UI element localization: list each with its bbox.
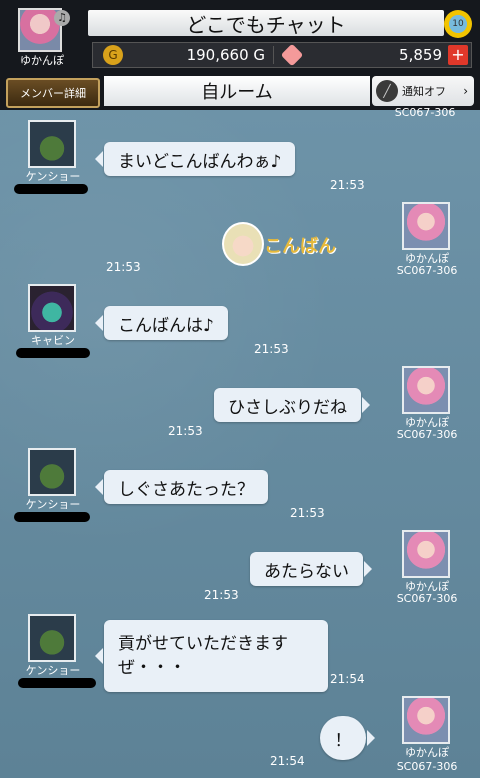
member-details-button[interactable]: メンバー詳細 [6,78,100,108]
pen-icon: ╱ [376,80,398,102]
gem-amount: 5,859 [399,46,442,64]
notify-off-button[interactable]: ╱ 通知オフ › [372,76,474,106]
notify-off-label: 通知オフ [402,85,446,98]
message-bubble: ！ [320,716,375,760]
gold-amount: 190,660 G [123,46,274,64]
redaction-scribble [14,512,90,522]
partial-sender-id: SC067-306 [394,106,456,116]
avatar-kensho[interactable] [28,120,76,168]
page-title: どこでもチャット [88,10,444,37]
message-bubble: ひさしぶりだね [214,388,370,422]
music-icon: ♫ [54,10,70,26]
sender-name: ケンショー [25,498,81,511]
sender-id: SC067-306 [396,592,458,605]
user-name: ゆかんぽ [20,54,64,67]
avatar-kyabin[interactable] [28,284,76,332]
redaction-scribble [16,348,90,358]
avatar-yukanpo[interactable] [402,696,450,744]
avatar-kensho[interactable] [28,614,76,662]
sender-name: ケンショー [25,664,81,677]
message-time: 21:53 [204,588,239,602]
currency-bar: G 190,660 G 5,859 + [92,42,472,68]
chevron-right-icon: › [463,84,468,98]
avatar-yukanpo[interactable] [402,202,450,250]
avatar-yukanpo[interactable] [402,366,450,414]
girl-stamp-icon [222,222,264,266]
room-title: 自ルーム [104,76,370,106]
sender-name: ゆかんぽ [405,746,449,759]
crown-icon[interactable]: 10 [444,10,472,38]
chat-header: ♫ ゆかんぽ どこでもチャット 10 G 190,660 G 5,859 + [0,0,480,72]
stamp-message: こんばん [222,222,342,266]
message-time: 21:53 [254,342,289,356]
message-bubble: あたらない [250,552,372,586]
stamp-text: こんばん [264,236,336,257]
message-time: 21:54 [330,672,365,686]
message-bubble: こんばんは♪ [95,306,228,340]
message-time: 21:53 [106,260,141,274]
message-bubble: 貢がせていただきます ぜ・・・ [95,620,328,692]
message-bubble: まいどこんばんわぁ♪ [94,142,296,176]
sender-id: SC067-306 [396,264,458,277]
redaction-scribble [18,678,96,688]
sender-name: ケンショー [25,170,81,183]
message-time: 21:53 [330,178,365,192]
message-bubble: しぐさあたった？ [95,470,268,504]
message-time: 21:53 [290,506,325,520]
avatar-kensho[interactable] [28,448,76,496]
gold-coin-icon: G [103,45,123,65]
sender-id: SC067-306 [396,760,458,773]
sender-id: SC067-306 [396,428,458,441]
message-time: 21:53 [168,424,203,438]
message-time: 21:54 [270,754,305,768]
redaction-scribble [14,184,88,194]
chat-log[interactable]: SC067-306 ケンショー まいどこんばんわぁ♪ 21:53 ゆかんぽ SC… [0,106,480,778]
sender-name: キャビン [31,334,75,347]
avatar-yukanpo[interactable] [402,530,450,578]
add-gems-button[interactable]: + [448,45,468,65]
